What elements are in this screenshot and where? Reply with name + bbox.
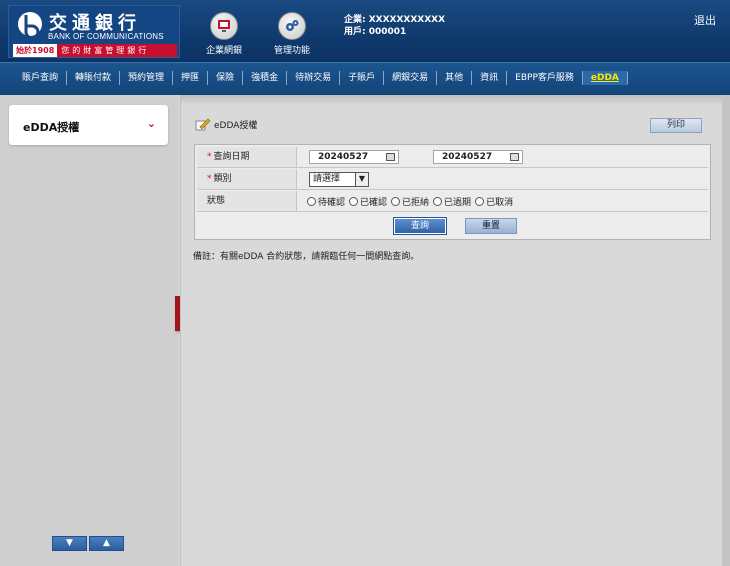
status-radio-label: 已拒納: [402, 198, 430, 208]
required-mark: *: [207, 152, 212, 162]
management-functions-button[interactable]: 管理功能: [262, 12, 322, 56]
monitor-icon: [210, 12, 238, 40]
menu-item-5[interactable]: 強積金: [243, 71, 288, 85]
status-row: 狀態 待確認 已確認 已拒納 已過期 已取消: [197, 191, 708, 212]
type-label-text: 類別: [213, 174, 232, 184]
edit-pencil-icon: [195, 118, 211, 131]
date-to-value: 20240527: [442, 152, 493, 162]
company-id: 企業: XXXXXXXXXXX: [344, 15, 446, 25]
query-button[interactable]: 查詢: [393, 217, 447, 235]
status-radio-1[interactable]: 已確認: [349, 195, 387, 208]
menu-item-1[interactable]: 轉賬付款: [67, 71, 121, 85]
logo-slogan: 始於1908 您的財富管理銀行: [13, 44, 177, 57]
radio-circle-icon[interactable]: [433, 197, 443, 206]
date-label: * 查詢日期: [197, 147, 297, 167]
menu-item-4[interactable]: 保險: [208, 71, 244, 85]
user-id: 用戶: 000001: [344, 27, 407, 37]
calendar-icon[interactable]: [510, 153, 519, 161]
menu-item-9[interactable]: 其他: [437, 71, 473, 85]
user-info: 企業: XXXXXXXXXXX 用戶: 000001: [344, 14, 445, 38]
menu-item-11[interactable]: EBPP客戶服務: [507, 71, 583, 85]
sidebar-scroll-buttons: ▼ ▲: [52, 536, 124, 551]
query-form: * 查詢日期 20240527 20240527 * 類別 請選擇 ▼ 狀態 待確認…: [194, 144, 711, 240]
type-label: * 類別: [197, 169, 297, 189]
date-label-text: 查詢日期: [213, 152, 250, 162]
status-radio-label: 已取消: [486, 198, 514, 208]
corporate-banking-button[interactable]: 企業網銀: [194, 12, 254, 56]
radio-circle-icon[interactable]: [349, 197, 359, 206]
status-radio-label: 已確認: [360, 198, 388, 208]
menu-item-6[interactable]: 待辦交易: [287, 71, 341, 85]
required-mark: *: [207, 174, 212, 184]
radio-circle-icon[interactable]: [391, 197, 401, 206]
status-radio-3[interactable]: 已過期: [433, 195, 471, 208]
status-radio-group: 待確認 已確認 已拒納 已過期 已取消: [307, 195, 513, 208]
since-badge: 始於1908: [13, 44, 58, 57]
date-to-input[interactable]: 20240527: [433, 150, 523, 164]
status-radio-label: 待確認: [318, 198, 346, 208]
sidebar-item-edda-authorization[interactable]: eDDA授權 ⌄: [9, 105, 168, 145]
menu-item-8[interactable]: 網銀交易: [384, 71, 438, 85]
logout-link[interactable]: 退出: [694, 12, 716, 28]
scroll-up-button[interactable]: ▲: [89, 536, 124, 551]
main-menu: 賬戶查詢 轉賬付款 預約管理 押匯 保險 強積金 待辦交易 子賬戶 網銀交易 其他 資訊 EBPP客戶…: [0, 62, 730, 95]
menu-item-2[interactable]: 預約管理: [120, 71, 174, 85]
date-row: * 查詢日期 20240527 20240527: [197, 147, 708, 168]
menu-item-7[interactable]: 子賬戶: [340, 71, 385, 85]
menu-item-12[interactable]: eDDA: [582, 71, 628, 85]
menu-item-10[interactable]: 資訊: [472, 71, 508, 85]
scroll-down-button[interactable]: ▼: [52, 536, 87, 551]
calendar-icon[interactable]: [386, 153, 395, 161]
status-label: 狀態: [197, 191, 297, 211]
menu-items: 賬戶查詢 轉賬付款 預約管理 押匯 保險 強積金 待辦交易 子賬戶 網銀交易 其他 資訊 EBPP客戶…: [14, 71, 628, 85]
status-radio-0[interactable]: 待確認: [307, 195, 345, 208]
bank-logo-icon: [18, 12, 42, 37]
remark-note: 備註：有關eDDA 合約狀態，請親臨任何一間網點查詢。: [193, 252, 420, 262]
sidebar-item-label: eDDA授權: [23, 121, 80, 134]
print-button[interactable]: 列印: [650, 118, 702, 133]
page-scrollbar-track[interactable]: [722, 95, 730, 566]
type-select[interactable]: 請選擇 ▼: [309, 172, 369, 187]
page-title-text: eDDA授權: [214, 120, 258, 131]
chevron-down-icon: ▼: [355, 173, 368, 186]
content-top-shadow: [181, 95, 723, 105]
radio-circle-icon[interactable]: [475, 197, 485, 206]
gear-icon: [278, 12, 306, 40]
date-from-value: 20240527: [318, 152, 369, 162]
status-radio-2[interactable]: 已拒納: [391, 195, 429, 208]
menu-item-0[interactable]: 賬戶查詢: [14, 71, 68, 85]
logo-english-name: BANK OF COMMUNICATIONS: [48, 32, 164, 41]
reset-button[interactable]: 重置: [465, 218, 517, 234]
bank-logo[interactable]: 交通銀行 BANK OF COMMUNICATIONS 始於1908 您的財富管理…: [8, 5, 180, 58]
status-radio-label: 已過期: [444, 198, 472, 208]
main-content: eDDA授權 列印 * 查詢日期 20240527 20240527 * 類別 請選…: [180, 95, 723, 566]
corporate-banking-label: 企業網銀: [205, 46, 242, 56]
type-row: * 類別 請選擇 ▼: [197, 169, 708, 190]
sidebar: eDDA授權 ⌄ ▼ ▲: [0, 95, 178, 566]
chevron-down-icon[interactable]: ⌄: [147, 117, 156, 130]
type-select-value: 請選擇: [313, 174, 341, 184]
page-title: eDDA授權: [195, 117, 257, 131]
status-radio-4[interactable]: 已取消: [475, 195, 513, 208]
motto: 您的財富管理銀行: [61, 46, 150, 55]
radio-circle-icon[interactable]: [307, 197, 316, 206]
management-functions-label: 管理功能: [273, 46, 310, 56]
header: 交通銀行 BANK OF COMMUNICATIONS 始於1908 您的財富管理…: [0, 0, 730, 62]
date-from-input[interactable]: 20240527: [309, 150, 399, 164]
menu-item-3[interactable]: 押匯: [173, 71, 209, 85]
